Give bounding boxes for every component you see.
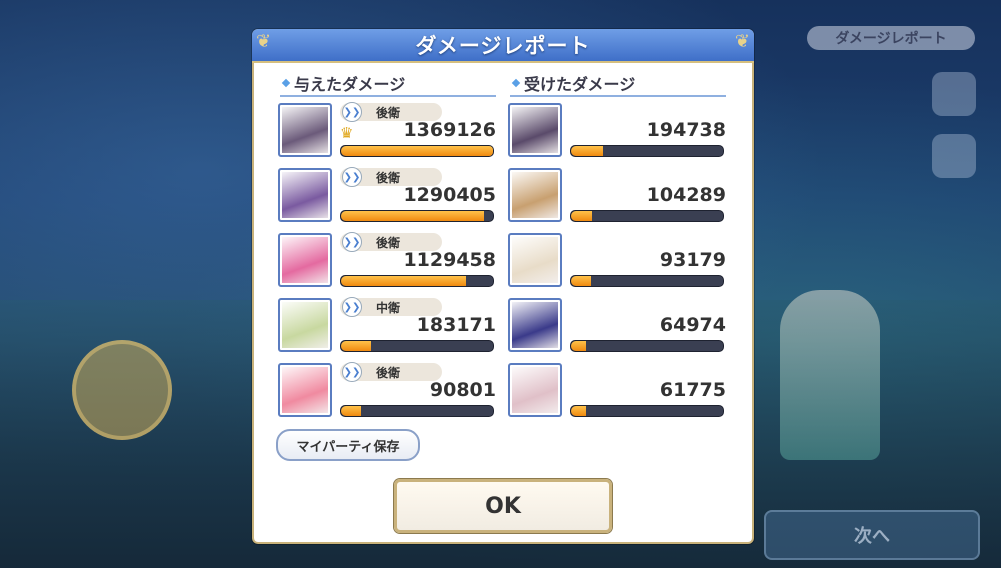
character-portrait[interactable]: [278, 168, 332, 222]
role-label: 後衛: [376, 235, 401, 250]
character-portrait[interactable]: [278, 233, 332, 287]
enemy-portrait[interactable]: [508, 298, 562, 352]
damage-bar: [570, 275, 724, 287]
position-arrow-icon: ❯❯: [342, 167, 362, 187]
damage-value: 61775: [659, 379, 726, 401]
damage-report-dialog: ❦ ダメージレポート ❦ 与えたダメージ 受けたダメージ ❯❯ 後衛 ♛ 136…: [252, 29, 754, 544]
damage-bar-fill: [571, 211, 593, 221]
damage-bar-fill: [571, 276, 591, 286]
role-label: 中衛: [376, 300, 401, 315]
taken-row: 64974: [508, 298, 726, 354]
dealt-row: ❯❯ 後衛 1129458: [278, 232, 496, 289]
position-arrow-icon: ❯❯: [342, 102, 362, 122]
role-label: 後衛: [376, 105, 401, 120]
damage-bar-fill: [571, 146, 603, 156]
dialog-header: ❦ ダメージレポート ❦: [252, 29, 754, 63]
position-arrow-icon: ❯❯: [342, 232, 362, 252]
damage-bar: [340, 210, 494, 222]
character-background: [780, 290, 880, 460]
damage-value: 104289: [646, 184, 726, 206]
ok-button[interactable]: OK: [394, 479, 612, 533]
character-portrait[interactable]: [278, 298, 332, 352]
damage-value: 183171: [416, 314, 496, 336]
cat-character-background: [72, 340, 172, 440]
save-my-party-button[interactable]: マイパーティ保存: [276, 429, 420, 461]
dealt-row: ❯❯ 後衛 1290405: [278, 167, 496, 224]
corner-ornament-left-icon: ❦: [256, 31, 272, 52]
damage-bar-fill: [341, 276, 466, 286]
character-portrait[interactable]: [278, 103, 332, 157]
damage-bar: [340, 405, 494, 417]
role-label: 後衛: [376, 170, 401, 185]
damage-bar: [340, 340, 494, 352]
taken-row: 61775: [508, 363, 726, 419]
damage-bar: [570, 145, 724, 157]
damage-bar-fill: [571, 341, 587, 351]
damage-bar: [570, 210, 724, 222]
dealt-row: ❯❯ 後衛 90801: [278, 362, 496, 419]
damage-bar: [570, 340, 724, 352]
damage-bar-fill: [571, 406, 587, 416]
position-arrow-icon: ❯❯: [342, 297, 362, 317]
damage-bar: [340, 275, 494, 287]
damage-value: 64974: [659, 314, 726, 336]
damage-bar: [570, 405, 724, 417]
dealt-row: ❯❯ 後衛 ♛ 1369126: [278, 102, 496, 159]
diamond-bullet-icon: [511, 78, 521, 88]
enemy-portrait[interactable]: [508, 233, 562, 287]
damage-bar-fill: [341, 211, 484, 221]
damage-value: 93179: [659, 249, 726, 271]
party-side-button: [932, 72, 976, 116]
damage-report-chip: ダメージレポート: [807, 26, 975, 50]
taken-damage-header: 受けたダメージ: [510, 71, 726, 97]
damage-bar-fill: [341, 341, 372, 351]
damage-value: 1369126: [403, 119, 496, 141]
damage-value: 194738: [646, 119, 726, 141]
edit-side-button: [932, 134, 976, 178]
crown-icon: ♛: [340, 124, 354, 142]
taken-row: 104289: [508, 168, 726, 224]
damage-bar: [340, 145, 494, 157]
enemy-portrait[interactable]: [508, 103, 562, 157]
damage-value: 90801: [429, 379, 496, 401]
role-badge: ❯❯ 後衛: [340, 362, 442, 382]
enemy-portrait[interactable]: [508, 168, 562, 222]
dealt-damage-header: 与えたダメージ: [280, 71, 496, 97]
next-button: 次へ: [764, 510, 980, 560]
corner-ornament-right-icon: ❦: [734, 31, 750, 52]
taken-damage-label: 受けたダメージ: [524, 75, 636, 94]
enemy-portrait[interactable]: [508, 363, 562, 417]
character-portrait[interactable]: [278, 363, 332, 417]
damage-value: 1290405: [403, 184, 496, 206]
damage-bar-fill: [341, 146, 493, 156]
damage-value: 1129458: [403, 249, 496, 271]
taken-row: 93179: [508, 233, 726, 289]
position-arrow-icon: ❯❯: [342, 362, 362, 382]
damage-bar-fill: [341, 406, 361, 416]
dialog-title: ダメージレポート: [415, 34, 591, 58]
taken-row: 194738: [508, 103, 726, 159]
dealt-damage-label: 与えたダメージ: [294, 75, 406, 94]
diamond-bullet-icon: [281, 78, 291, 88]
role-label: 後衛: [376, 365, 401, 380]
dealt-row: ❯❯ 中衛 183171: [278, 297, 496, 354]
